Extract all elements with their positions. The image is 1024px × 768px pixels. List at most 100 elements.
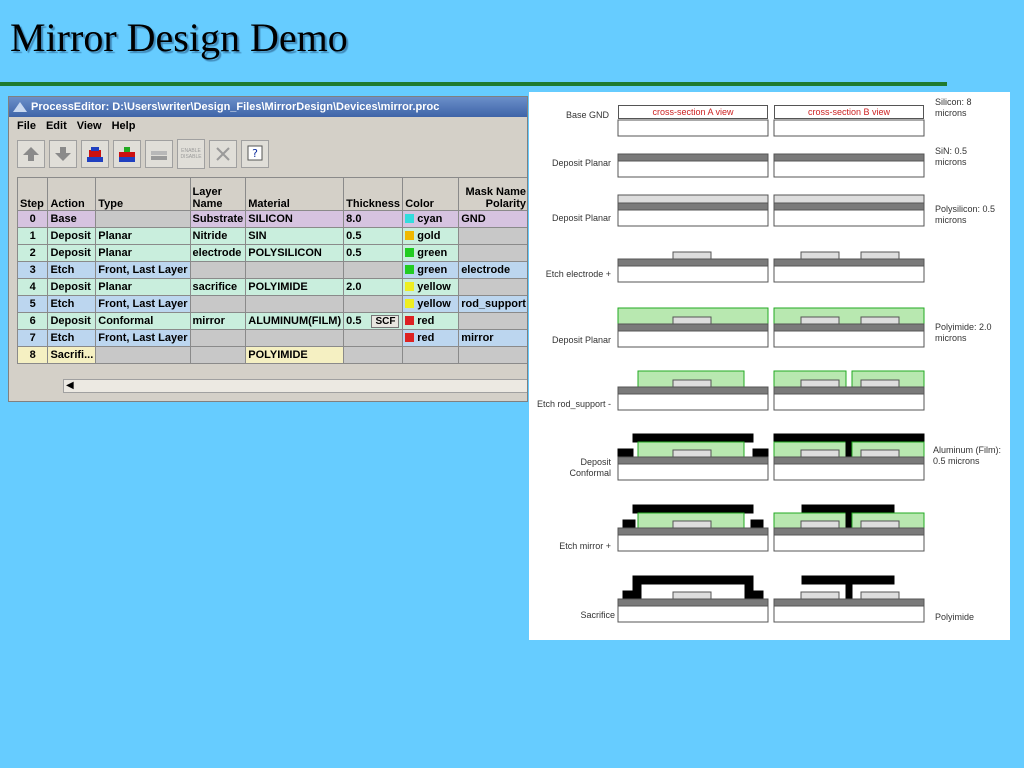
move-down-button[interactable] [49, 140, 77, 168]
cell-color[interactable]: gold [402, 227, 460, 245]
cell-type[interactable] [95, 346, 191, 364]
menu-file[interactable]: File [17, 117, 36, 135]
cell-action[interactable]: Base [47, 210, 97, 228]
cell-mask[interactable] [458, 227, 527, 245]
cell-thickness[interactable]: 0.5 SCF [343, 312, 404, 330]
cell-layer[interactable]: mirror [189, 312, 247, 330]
cell-step[interactable]: 6 [17, 312, 49, 330]
cell-step[interactable]: 7 [17, 329, 49, 347]
cell-material[interactable] [245, 295, 345, 313]
cell-mask[interactable] [458, 278, 527, 296]
cell-step[interactable]: 3 [17, 261, 49, 279]
cell-step[interactable]: 4 [17, 278, 49, 296]
cell-mask[interactable] [458, 244, 527, 262]
cell-step[interactable]: 2 [17, 244, 49, 262]
cell-type[interactable]: Conformal [95, 312, 191, 330]
cell-material[interactable]: ALUMINUM(FILM) [245, 312, 345, 330]
cell-step[interactable]: 0 [17, 210, 49, 228]
cell-layer[interactable]: Nitride [189, 227, 247, 245]
cell-material[interactable]: SILICON [245, 210, 345, 228]
cell-mask[interactable]: electrode [458, 261, 527, 279]
table-row[interactable]: 5 Etch Front, Last Layer yellow rod_support [17, 295, 527, 313]
cell-material[interactable]: POLYSILICON [245, 244, 345, 262]
menu-edit[interactable]: Edit [46, 117, 67, 135]
cell-type[interactable]: Front, Last Layer [95, 329, 191, 347]
cell-step[interactable]: 8 [17, 346, 49, 364]
cell-action[interactable]: Deposit [47, 227, 97, 245]
column-header-step[interactable]: Step [17, 177, 49, 211]
cell-layer[interactable] [189, 329, 247, 347]
cell-color[interactable]: green [402, 261, 460, 279]
column-header-type[interactable]: Type [95, 177, 191, 211]
cell-layer[interactable] [189, 295, 247, 313]
cell-type[interactable]: Planar [95, 244, 191, 262]
table-row[interactable]: 3 Etch Front, Last Layer green electrode [17, 261, 527, 279]
cell-thickness[interactable] [343, 261, 404, 279]
table-row[interactable]: 1 Deposit Planar Nitride SIN 0.5 gold [17, 227, 527, 245]
table-row[interactable]: 4 Deposit Planar sacrifice POLYIMIDE 2.0 yello… [17, 278, 527, 296]
insert-deposit-button[interactable] [81, 140, 109, 168]
cell-action[interactable]: Sacrifi... [47, 346, 97, 364]
cell-color[interactable]: yellow [402, 295, 460, 313]
cell-color[interactable]: cyan [402, 210, 460, 228]
cell-color[interactable] [402, 346, 460, 364]
cell-material[interactable] [245, 329, 345, 347]
column-header-mask-name-polarity[interactable]: Mask Name Polarity [458, 177, 527, 211]
cell-action[interactable]: Deposit [47, 278, 97, 296]
cell-material[interactable]: POLYIMIDE [245, 278, 345, 296]
cell-type[interactable]: Front, Last Layer [95, 295, 191, 313]
cell-thickness[interactable] [343, 329, 404, 347]
cell-mask[interactable] [458, 346, 527, 364]
cell-color[interactable]: green [402, 244, 460, 262]
cell-mask[interactable]: rod_support [458, 295, 527, 313]
table-row[interactable]: 6 Deposit Conformal mirror ALUMINUM(FILM) 0.5… [17, 312, 527, 330]
scf-button[interactable]: SCF [371, 314, 400, 328]
move-up-button[interactable] [17, 140, 45, 168]
table-row[interactable]: 7 Etch Front, Last Layer red mirror [17, 329, 527, 347]
cell-thickness[interactable]: 8.0 [343, 210, 404, 228]
cell-mask[interactable]: GND [458, 210, 527, 228]
cell-type[interactable]: Planar [95, 278, 191, 296]
cell-mask[interactable] [458, 312, 527, 330]
cell-thickness[interactable] [343, 295, 404, 313]
cell-material[interactable]: POLYIMIDE [245, 346, 345, 364]
column-header-color[interactable]: Color [402, 177, 460, 211]
cell-color[interactable]: red [402, 312, 460, 330]
cell-action[interactable]: Etch [47, 261, 97, 279]
cell-type[interactable] [95, 210, 191, 228]
cell-layer[interactable] [189, 346, 247, 364]
column-header-thickness[interactable]: Thickness [343, 177, 404, 211]
table-row[interactable]: 8 Sacrifi... POLYIMIDE [17, 346, 527, 364]
menu-view[interactable]: View [77, 117, 102, 135]
cell-mask[interactable]: mirror [458, 329, 527, 347]
cell-layer[interactable]: sacrifice [189, 278, 247, 296]
cell-type[interactable]: Front, Last Layer [95, 261, 191, 279]
cell-thickness[interactable]: 2.0 [343, 278, 404, 296]
delete-button[interactable] [209, 140, 237, 168]
cell-layer[interactable]: electrode [189, 244, 247, 262]
cell-thickness[interactable] [343, 346, 404, 364]
insert-etch-button[interactable] [113, 140, 141, 168]
column-header-material[interactable]: Material [245, 177, 345, 211]
cell-action[interactable]: Deposit [47, 244, 97, 262]
help-button[interactable]: ? [241, 140, 269, 168]
cell-color[interactable]: red [402, 329, 460, 347]
window-titlebar[interactable]: ProcessEditor: D:\Users\writer\Design_Fi… [9, 97, 527, 117]
table-row[interactable]: 0 Base Substrate SILICON 8.0 cyan GND [17, 210, 527, 228]
menu-help[interactable]: Help [112, 117, 136, 135]
cell-step[interactable]: 5 [17, 295, 49, 313]
column-header-layer-name[interactable]: Layer Name [189, 177, 247, 211]
cell-type[interactable]: Planar [95, 227, 191, 245]
cell-thickness[interactable]: 0.5 [343, 244, 404, 262]
scroll-left-icon[interactable]: ◀ [66, 380, 74, 392]
cell-thickness[interactable]: 0.5 [343, 227, 404, 245]
cell-action[interactable]: Etch [47, 295, 97, 313]
layers-button[interactable] [145, 140, 173, 168]
enable-disable-button[interactable]: ENABLE DISABLE [177, 139, 205, 169]
cell-color[interactable]: yellow [402, 278, 460, 296]
table-row[interactable]: 2 Deposit Planar electrode POLYSILICON 0.5 gre… [17, 244, 527, 262]
cell-action[interactable]: Etch [47, 329, 97, 347]
cell-material[interactable]: SIN [245, 227, 345, 245]
cell-layer[interactable] [189, 261, 247, 279]
cell-material[interactable] [245, 261, 345, 279]
